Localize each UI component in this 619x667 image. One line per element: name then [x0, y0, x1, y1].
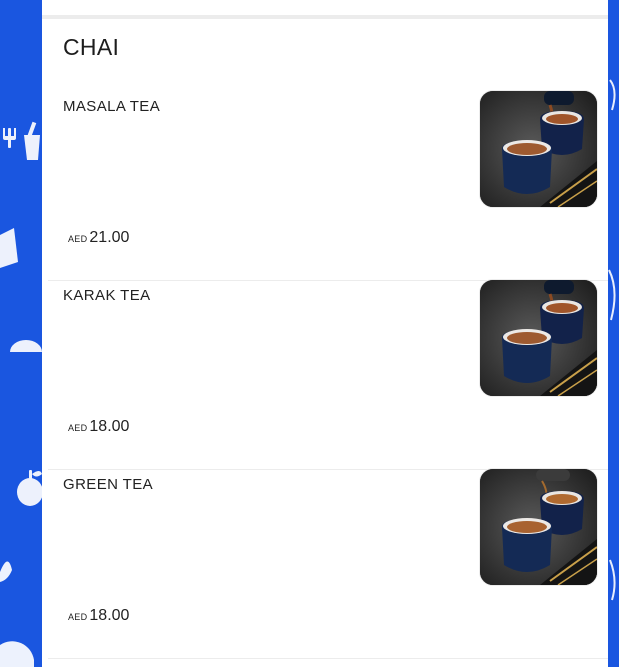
leaf-icon	[0, 561, 12, 582]
item-name: KARAK TEA	[63, 287, 151, 304]
tea-cups-photo[interactable]	[479, 279, 598, 397]
background-pattern-left	[0, 0, 42, 667]
previous-section-edge	[42, 0, 608, 19]
tea-cups-photo[interactable]	[479, 90, 598, 208]
price-amount: 18.00	[89, 607, 130, 624]
item-price: AED 21.00	[68, 229, 129, 247]
item-price: AED 18.00	[68, 418, 129, 436]
menu-item[interactable]: MASALA TEA AED 21.00	[48, 90, 608, 281]
currency-label: AED	[68, 612, 88, 622]
item-price: AED 18.00	[68, 607, 129, 625]
price-amount: 21.00	[89, 229, 130, 246]
menu-panel: CHAI MASALA TEA AED 21.00 KARAK TEA AED …	[42, 0, 608, 667]
food-doodle-icons	[0, 121, 42, 667]
currency-label: AED	[68, 423, 88, 433]
citrus-icon	[10, 340, 42, 352]
tea-cups-photo[interactable]	[479, 468, 598, 586]
food-doodle-icons-right	[608, 79, 616, 601]
menu-item[interactable]: KARAK TEA AED 18.00	[48, 279, 608, 470]
section-title: CHAI	[63, 34, 120, 60]
menu-item[interactable]: GREEN TEA AED 18.00	[48, 468, 608, 659]
apple-icon	[17, 470, 42, 506]
currency-label: AED	[68, 234, 88, 244]
cup-icon	[24, 121, 40, 160]
item-name: MASALA TEA	[63, 98, 161, 115]
pizza-slice-icon	[0, 228, 18, 268]
fork-icon	[3, 128, 16, 148]
item-name: GREEN TEA	[63, 476, 154, 493]
plate-icon	[0, 641, 34, 667]
background-pattern-right	[608, 0, 619, 667]
price-amount: 18.00	[89, 418, 130, 435]
